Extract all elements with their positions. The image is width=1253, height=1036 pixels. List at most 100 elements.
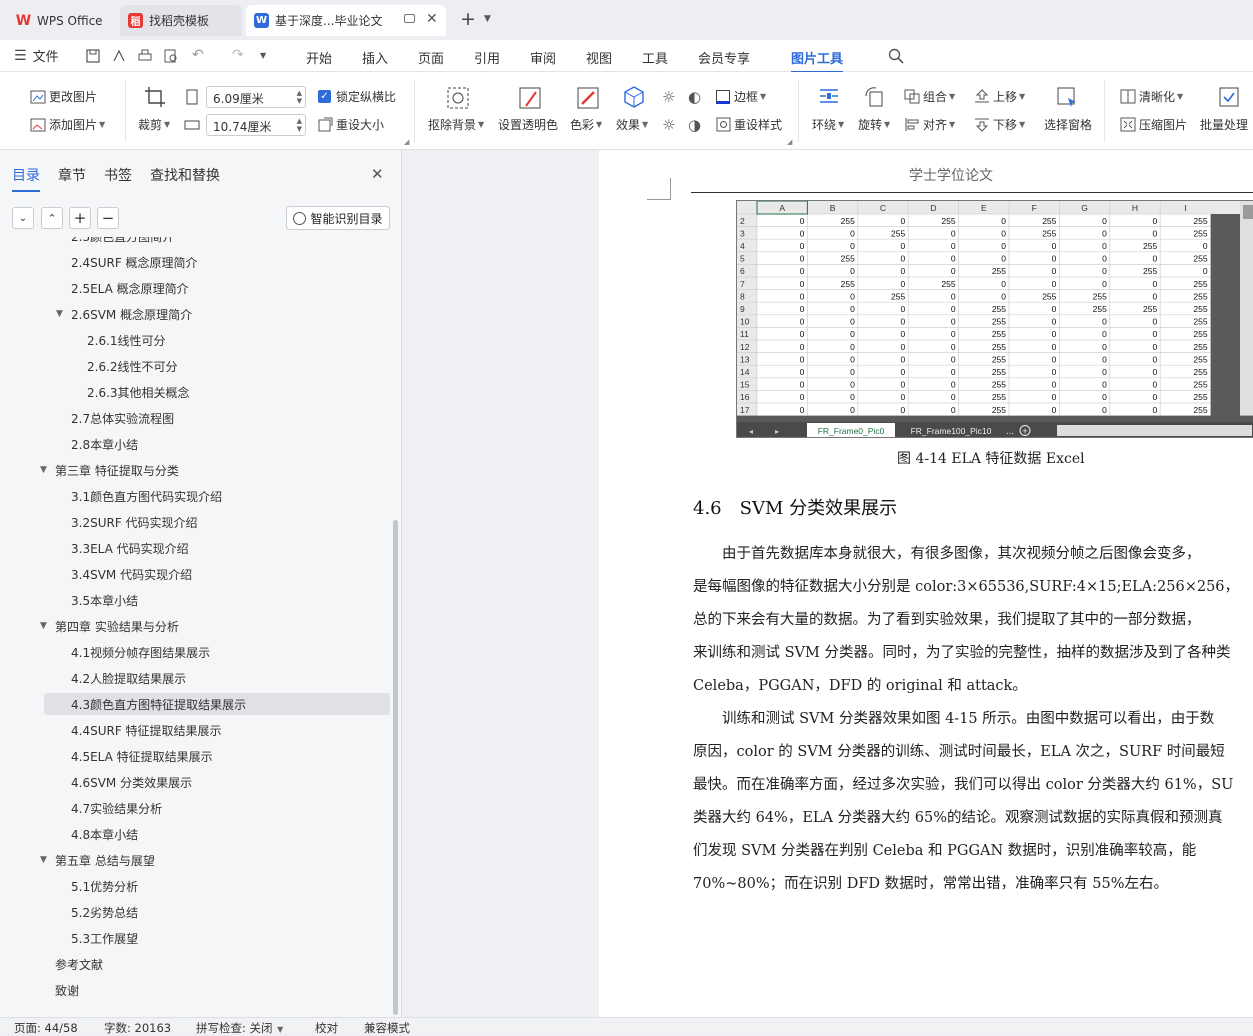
toc-item[interactable]: 3.3ELA 代码实现介绍 (0, 537, 392, 559)
menu-review[interactable]: 审阅 (530, 48, 556, 67)
toc-item[interactable]: 2.6.3其他相关概念 (0, 381, 392, 403)
toc-item[interactable]: 4.1视频分帧存图结果展示 (0, 641, 392, 663)
save-icon[interactable] (86, 49, 100, 63)
toc-item[interactable]: 4.7实验结果分析 (0, 797, 392, 819)
page-count[interactable]: 页面: 44/58 (14, 1020, 78, 1036)
crop-button[interactable]: 裁剪 ▼ (138, 116, 170, 133)
toc-item[interactable]: 5.3工作展望 (0, 927, 392, 949)
collapse-all-button[interactable]: ⌄ (12, 207, 34, 229)
height-input[interactable]: 10.74厘米 ▲ ▼ (206, 114, 306, 136)
toc-item[interactable]: ▼ 第四章 实验结果与分析 (0, 615, 392, 637)
export-icon[interactable] (112, 49, 126, 63)
toc-item[interactable]: 5.2劣势总结 (0, 901, 392, 923)
menu-picture-tools[interactable]: 图片工具 (791, 48, 844, 73)
ribbon-expand-icon[interactable]: ◢ (787, 138, 792, 146)
menu-view[interactable]: 视图 (586, 48, 612, 67)
toc-item[interactable]: ▼ 第三章 特征提取与分类 (0, 459, 392, 481)
effects-button[interactable]: 效果 ▼ (616, 116, 648, 133)
tab-find-replace[interactable]: 查找和替换 (150, 165, 220, 185)
print-preview-icon[interactable] (164, 49, 178, 63)
lock-ratio-checkbox[interactable]: ✓ 锁定纵横比 (318, 88, 396, 105)
toc-item[interactable]: 5.1优势分析 (0, 875, 392, 897)
toc-item[interactable]: 4.3颜色直方图特征提取结果展示 (44, 693, 390, 715)
expand-triangle-icon[interactable]: ▼ (40, 855, 47, 865)
tab-toc[interactable]: 目录 (12, 165, 40, 192)
toc-item[interactable]: 3.1颜色直方图代码实现介绍 (0, 485, 392, 507)
toc-item[interactable]: 2.8本章小结 (0, 433, 392, 455)
selection-pane-button[interactable]: 选择窗格 (1044, 116, 1092, 133)
toc-item[interactable]: 参考文献 (0, 953, 392, 975)
contrast-up-icon[interactable]: ◐ (688, 88, 701, 106)
wrap-button[interactable]: 环绕 ▼ (812, 116, 844, 133)
remove-background-button[interactable]: 抠除背景 ▼ (428, 116, 484, 133)
send-backward-button[interactable]: 下移 ▼ (974, 116, 1025, 133)
toc-item[interactable]: 4.4SURF 特征提取结果展示 (0, 719, 392, 741)
expand-up-button[interactable]: ⌃ (41, 207, 63, 229)
border-button[interactable]: 边框 ▼ (716, 88, 766, 105)
toc-item[interactable]: 2.5ELA 概念原理简介 (0, 277, 392, 299)
tab-current-document[interactable]: W 基于深度...毕业论文 ✕ (246, 5, 446, 36)
brightness-down-icon[interactable]: ☼ (662, 116, 675, 134)
add-heading-button[interactable]: + (69, 207, 91, 229)
group-button[interactable]: 组合 ▼ (904, 88, 955, 105)
close-icon[interactable]: ✕ (426, 11, 438, 27)
menu-membership[interactable]: 会员专享 (698, 48, 750, 67)
file-menu[interactable]: ☰ 文件 (14, 46, 59, 66)
tab-docer-templates[interactable]: 稻 找稻壳模板 (120, 5, 242, 36)
toc-item[interactable]: ▼ 第五章 总结与展望 (0, 849, 392, 871)
chevron-down-icon[interactable]: ▼ (484, 14, 491, 24)
excel-screenshot-image[interactable]: A B C D E F G H I 2 0 255 0 255 0 255 0 0 255 3 0 0 255 0 0 255 0 0… (736, 200, 1253, 438)
new-tab-icon[interactable]: + (460, 8, 476, 30)
toc-item[interactable]: 致谢 (0, 979, 392, 1001)
toc-item[interactable]: 3.2SURF 代码实现介绍 (0, 511, 392, 533)
toc-item[interactable]: 2.3颜色直方图简介 (0, 237, 392, 247)
brightness-up-icon[interactable]: ☼ (662, 88, 675, 106)
toc-item[interactable]: 2.4SURF 概念原理简介 (0, 251, 392, 273)
color-button[interactable]: 色彩 ▼ (570, 116, 602, 133)
toc-item[interactable]: 2.6.1线性可分 (0, 329, 392, 351)
bring-forward-button[interactable]: 上移 ▼ (974, 88, 1025, 105)
document-page[interactable]: 学士学位论文 A B C D E F G H I 2 0 255 0 255 0 255 0 0 255 3 0 0 255… (599, 150, 1253, 1017)
toc-item[interactable]: 2.6.2线性不可分 (0, 355, 392, 377)
rotate-button[interactable]: 旋转 ▼ (858, 116, 890, 133)
search-icon[interactable] (888, 48, 904, 64)
toc-item[interactable]: ▼ 2.6SVM 概念原理简介 (0, 303, 392, 325)
ribbon-expand-icon[interactable]: ◢ (404, 138, 409, 146)
proofread-button[interactable]: 校对 (315, 1020, 338, 1036)
tab-bookmarks[interactable]: 书签 (104, 165, 132, 185)
tab-wps-office[interactable]: W WPS Office (8, 5, 114, 36)
tab-chapters[interactable]: 章节 (58, 165, 86, 185)
set-transparent-button[interactable]: 设置透明色 (498, 116, 558, 133)
document-area[interactable]: 学士学位论文 A B C D E F G H I 2 0 255 0 255 0 255 0 0 255 3 0 0 255… (403, 150, 1253, 1017)
add-picture-button[interactable]: 添加图片 ▼ (30, 116, 105, 133)
reset-style-button[interactable]: 重设样式 (716, 116, 782, 133)
tab-window-icon[interactable] (404, 14, 415, 23)
change-picture-button[interactable]: 更改图片 (30, 88, 97, 105)
batch-process-button[interactable]: 批量处理 (1200, 116, 1248, 133)
quick-access-chevron-icon[interactable]: ▼ (260, 51, 266, 60)
toc-item[interactable]: 3.4SVM 代码实现介绍 (0, 563, 392, 585)
redo-icon[interactable]: ↷ (232, 47, 244, 63)
toc-item[interactable]: 4.8本章小结 (0, 823, 392, 845)
contrast-down-icon[interactable]: ◑ (688, 116, 701, 134)
compress-picture-button[interactable]: 压缩图片 (1120, 116, 1187, 133)
menu-insert[interactable]: 插入 (362, 48, 388, 67)
toc-item[interactable]: 2.7总体实验流程图 (0, 407, 392, 429)
print-icon[interactable] (138, 49, 152, 63)
sidebar-scrollbar[interactable] (393, 520, 398, 1015)
toc-item[interactable]: 4.2人脸提取结果展示 (0, 667, 392, 689)
smart-toc-button[interactable]: 智能识别目录 (286, 206, 390, 230)
word-count[interactable]: 字数: 20163 (104, 1020, 171, 1036)
spellcheck-status[interactable]: 拼写检查: 关闭 ▼ (196, 1020, 283, 1036)
sharpen-button[interactable]: 清晰化 ▼ (1120, 88, 1183, 105)
align-button[interactable]: 对齐 ▼ (904, 116, 955, 133)
expand-triangle-icon[interactable]: ▼ (40, 621, 47, 631)
close-icon[interactable]: ✕ (371, 165, 384, 183)
undo-icon[interactable]: ↶ (192, 47, 204, 63)
toc-item[interactable]: 4.5ELA 特征提取结果展示 (0, 745, 392, 767)
menu-home[interactable]: 开始 (306, 48, 332, 67)
toc-item[interactable]: 4.6SVM 分类效果展示 (0, 771, 392, 793)
toc-item[interactable]: 3.5本章小结 (0, 589, 392, 611)
crop-icon[interactable] (144, 86, 166, 108)
remove-heading-button[interactable]: − (97, 207, 119, 229)
